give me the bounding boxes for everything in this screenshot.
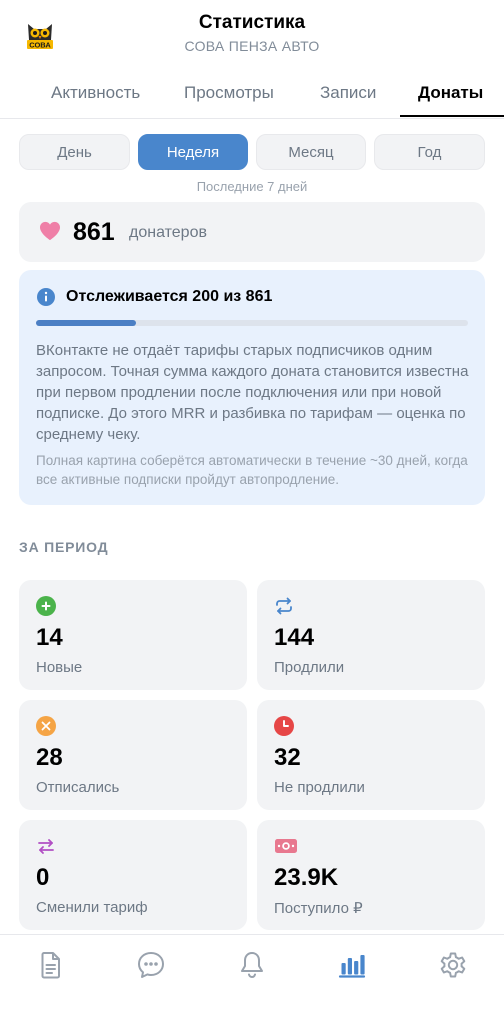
stat-card-renewed: 144 Продлили <box>257 580 485 690</box>
donors-count: 861 <box>73 218 115 246</box>
stat-card-tariff-changed: 0 Сменили тариф <box>19 820 247 930</box>
tracking-progress-bar <box>36 320 468 326</box>
plus-circle-icon <box>36 596 56 616</box>
stat-card-new: 14 Новые <box>19 580 247 690</box>
tracking-footnote: Полная картина соберётся автоматически в… <box>36 453 468 487</box>
bottom-navigation <box>0 934 504 1024</box>
donors-label: донатеров <box>129 224 207 241</box>
bell-icon[interactable] <box>236 949 268 981</box>
period-week-button[interactable]: Неделя <box>138 134 248 170</box>
stat-card-not-renewed: 32 Не продлили <box>257 700 485 810</box>
money-icon <box>275 839 297 853</box>
stat-value: 0 <box>36 864 50 891</box>
stat-value: 32 <box>274 744 301 771</box>
tab-posts[interactable]: Записи <box>320 83 376 103</box>
period-month-button[interactable]: Месяц <box>256 134 366 170</box>
stat-card-unsubscribed: 28 Отписались <box>19 700 247 810</box>
cancel-circle-icon <box>36 716 56 736</box>
info-icon <box>37 288 55 306</box>
stat-value: 144 <box>274 624 315 651</box>
donors-card: 861 донатеров <box>19 202 485 262</box>
active-tab-indicator <box>400 115 504 117</box>
stat-label: Продлили <box>274 659 345 676</box>
tracking-title: Отслеживается 200 из 861 <box>66 288 273 305</box>
header: СОВА Статистика СОВА ПЕНЗА АВТО <box>0 0 504 66</box>
tracking-description: ВКонтакте не отдаёт тарифы старых подпис… <box>36 342 469 443</box>
page-title: Статистика <box>198 12 306 33</box>
tab-bar: р Активность Просмотры Записи Донаты <box>0 66 504 119</box>
chart-icon[interactable] <box>336 949 368 981</box>
tracking-info-card: Отслеживается 200 из 861 ВКонтакте не от… <box>19 270 485 505</box>
gear-icon[interactable] <box>437 949 469 981</box>
document-icon[interactable] <box>35 949 67 981</box>
stat-value: 23.9K <box>274 864 339 891</box>
switch-arrows-icon <box>38 839 54 854</box>
stat-label: Не продлили <box>274 779 365 796</box>
community-name: СОВА ПЕНЗА АВТО <box>184 38 320 54</box>
tab-views[interactable]: Просмотры <box>184 83 274 103</box>
stat-label: Отписались <box>36 779 120 796</box>
stat-value: 28 <box>36 744 63 771</box>
stat-label: Поступило ₽ <box>274 900 363 917</box>
stat-card-income: 23.9K Поступило ₽ <box>257 820 485 930</box>
tracking-progress-fill <box>36 320 137 326</box>
stat-label: Новые <box>36 659 83 676</box>
tab-activity[interactable]: Активность <box>51 83 140 103</box>
heart-icon <box>40 221 60 241</box>
chat-icon[interactable] <box>135 949 167 981</box>
period-day-button[interactable]: День <box>19 134 130 170</box>
period-note: Последние 7 дней <box>196 179 308 194</box>
repeat-icon <box>276 597 292 615</box>
section-title: ЗА ПЕРИОД <box>19 539 109 555</box>
stat-value: 14 <box>36 624 63 651</box>
clock-icon <box>274 716 294 736</box>
tab-donations[interactable]: Донаты <box>418 83 483 103</box>
period-year-button[interactable]: Год <box>374 134 485 170</box>
stat-label: Сменили тариф <box>36 899 148 916</box>
